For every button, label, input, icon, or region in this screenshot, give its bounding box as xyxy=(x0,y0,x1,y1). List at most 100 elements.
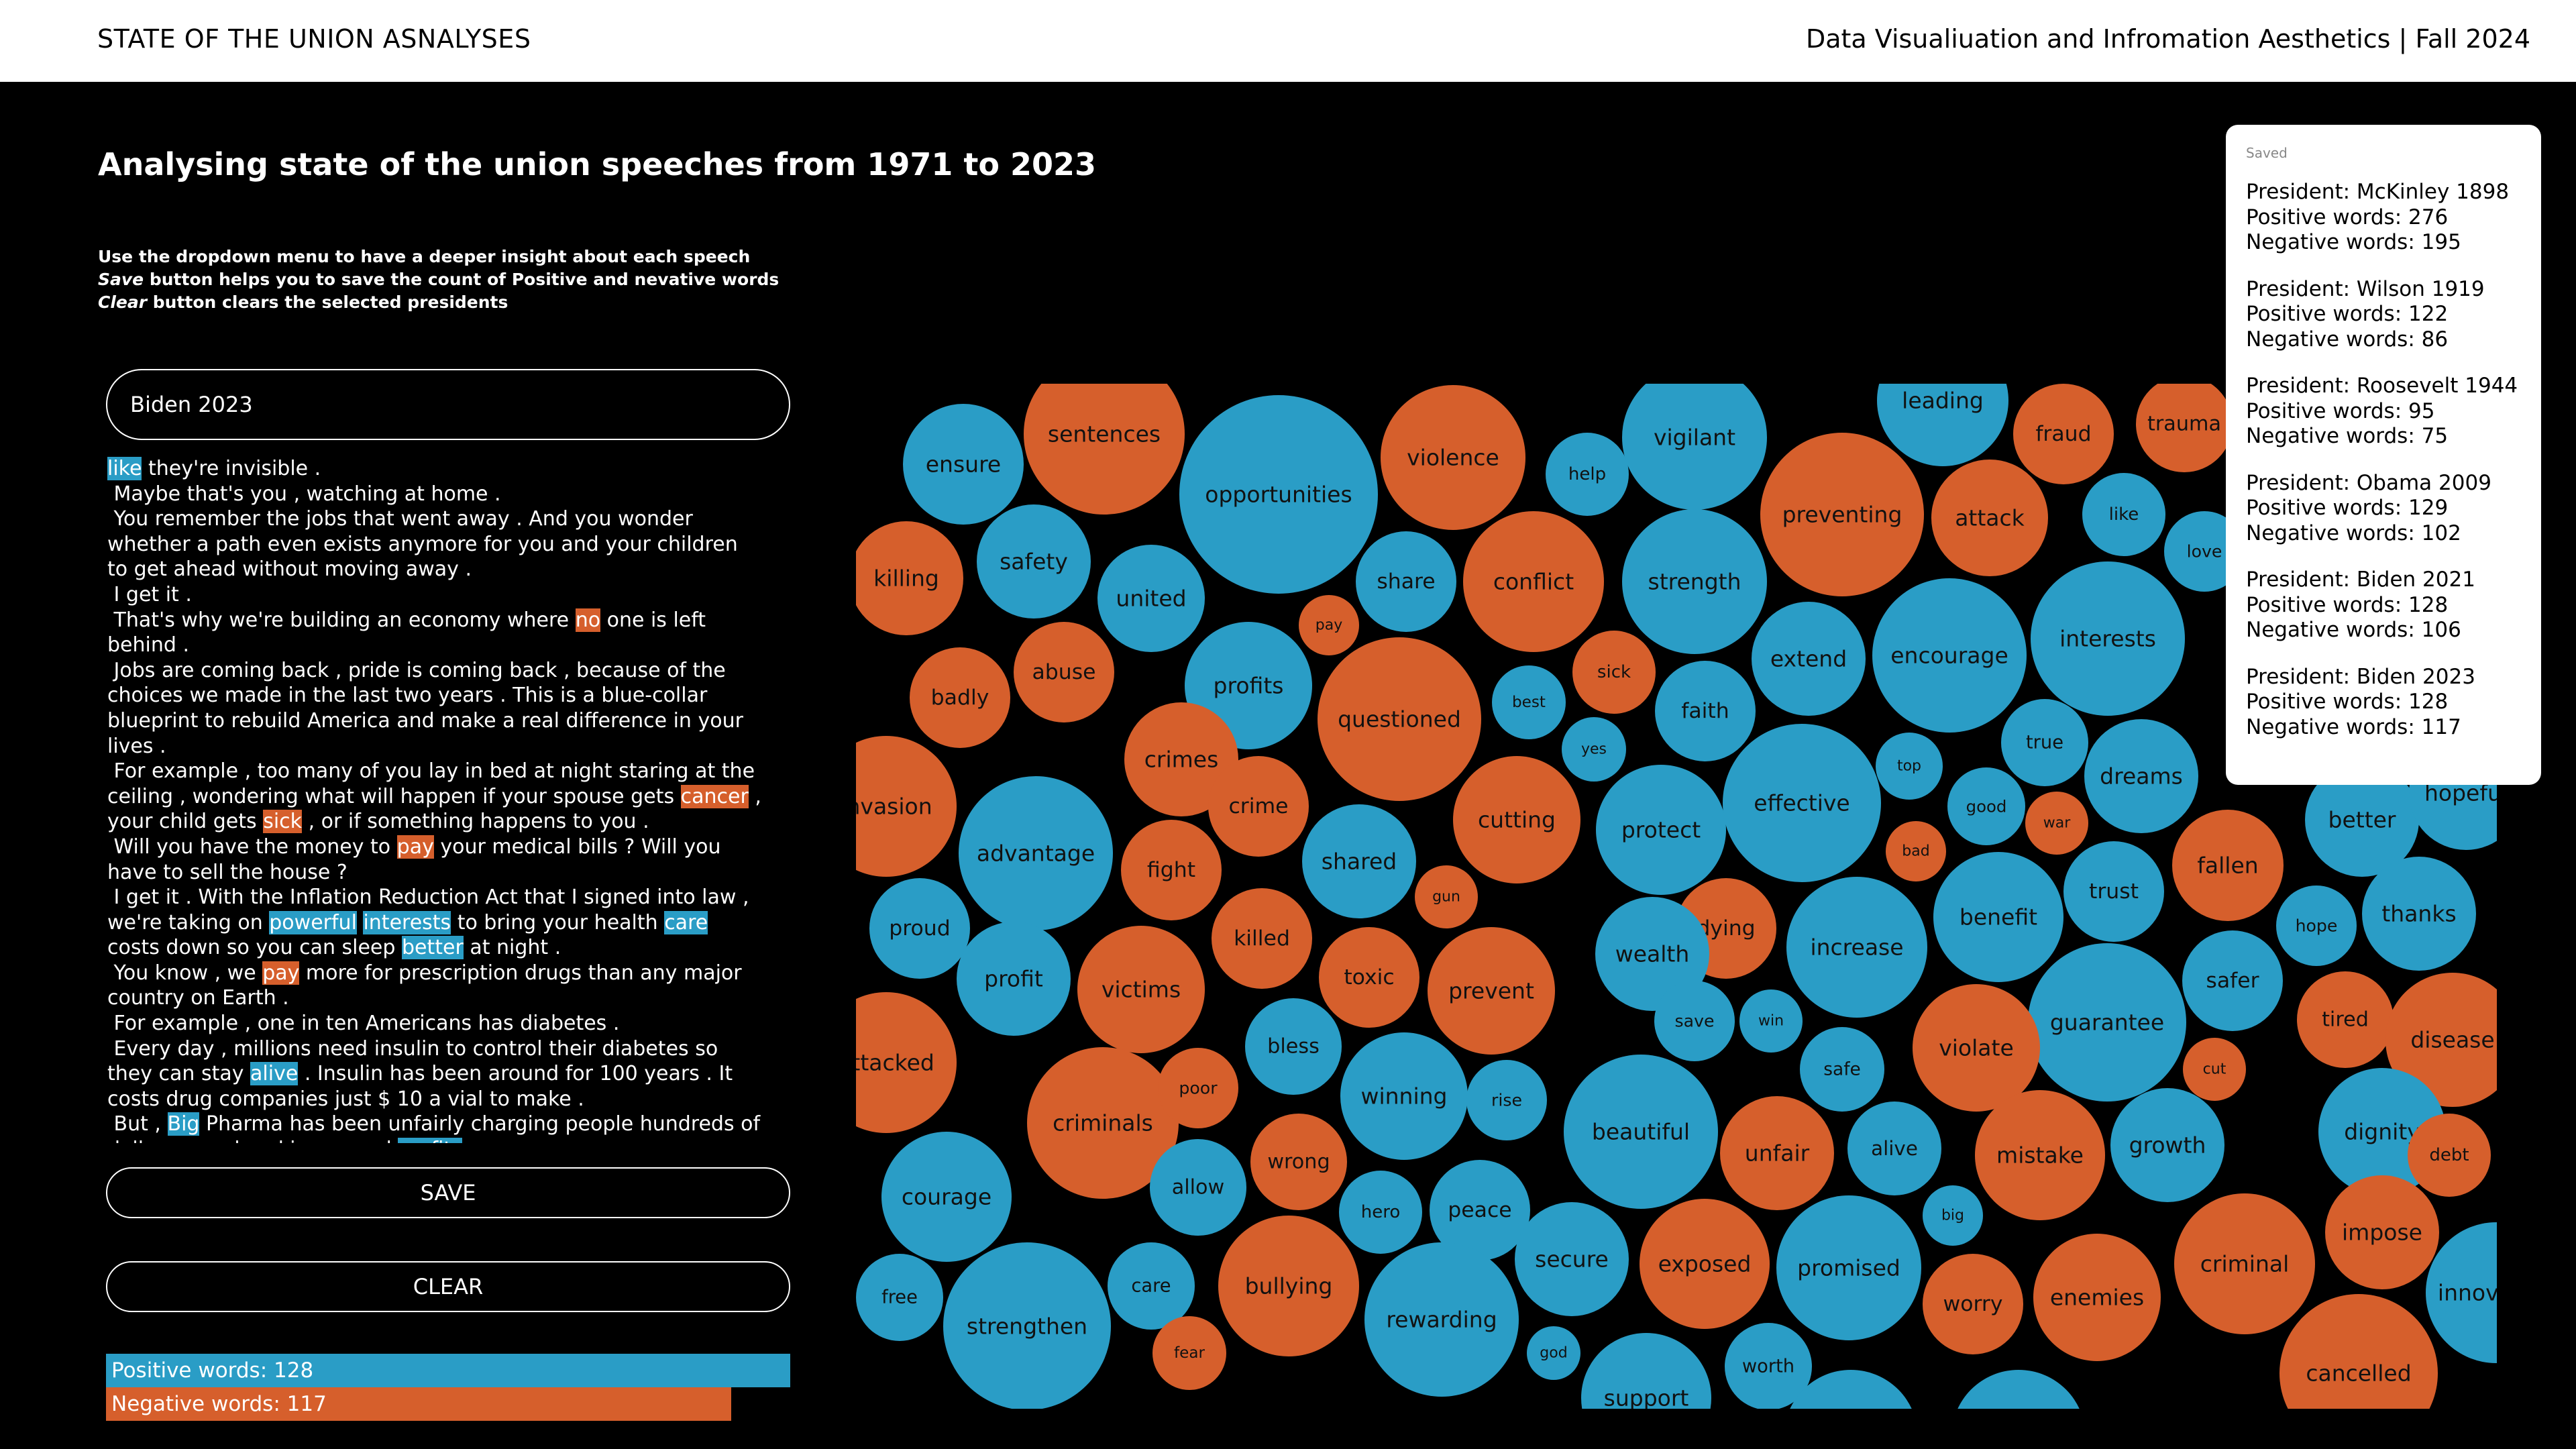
bubble-label: secure xyxy=(1535,1246,1609,1273)
bubble-label: violence xyxy=(1407,445,1499,471)
bubble-label: share xyxy=(1377,570,1435,594)
bubble-label: dreams xyxy=(2100,763,2183,790)
bubble-united: united xyxy=(1097,545,1205,652)
bubble-save: save xyxy=(1654,981,1735,1061)
bubble-exposed: exposed xyxy=(1640,1199,1770,1329)
bubble-label: allow xyxy=(1172,1176,1225,1199)
bubble-label: attacked xyxy=(856,1050,934,1076)
bubble-label: increase xyxy=(1810,934,1903,961)
bubble-label: winning xyxy=(1360,1083,1447,1110)
bubble-thanks: thanks xyxy=(2362,857,2476,971)
bubble-good: good xyxy=(1947,767,2025,845)
saved-entry-president: President: Biden 2023 xyxy=(2246,664,2475,689)
bubble-label: toxic xyxy=(1344,965,1394,989)
positive-count-bar: Positive words: 128 xyxy=(106,1354,790,1387)
speech-text-segment: Will you have the money to xyxy=(107,835,397,859)
bubble-ensure: ensure xyxy=(903,404,1024,525)
speech-line: choices we made in the last two years . … xyxy=(107,683,798,708)
bubble-label: fear xyxy=(1174,1344,1205,1362)
speech-text-segment: I get it . With the Inflation Reduction … xyxy=(107,885,749,910)
bubble-wrong: wrong xyxy=(1250,1114,1347,1210)
bubble-guarantee: guarantee xyxy=(2028,943,2186,1102)
bubble-label: profit xyxy=(984,966,1043,992)
positive-word-highlight: powerful xyxy=(269,910,357,934)
bubble-label: yes xyxy=(1581,741,1607,758)
save-keyword: Save xyxy=(98,270,144,289)
bubble-best: best xyxy=(1492,665,1566,739)
bubble-label: trauma xyxy=(2147,413,2221,436)
bubble-label: protect xyxy=(1621,817,1701,843)
positive-word-highlight: care xyxy=(664,910,708,934)
bubble-label: promised xyxy=(1797,1255,1900,1281)
speech-line: Maybe that's you , watching at home . xyxy=(107,482,798,507)
bubble-extend: extend xyxy=(1752,602,1866,716)
saved-entry-positive: Positive words: 276 xyxy=(2246,205,2449,229)
bubble-trust: trust xyxy=(2063,841,2164,942)
bubble-share: share xyxy=(1356,531,1456,632)
speech-line: dollars -- and making record profits xyxy=(107,1137,798,1143)
bubble-alive: alive xyxy=(1847,1102,1941,1195)
clear-button[interactable]: CLEAR xyxy=(106,1261,790,1312)
saved-entry-positive: Positive words: 129 xyxy=(2246,496,2449,520)
speech-text-segment: we're taking on xyxy=(107,910,270,934)
save-description: button helps you to save the count of Po… xyxy=(144,270,780,289)
bubble-label: invasion xyxy=(856,794,932,820)
bubble-conflict: conflict xyxy=(1463,511,1604,652)
bubble-label: effective xyxy=(1754,790,1849,816)
save-button[interactable]: SAVE xyxy=(106,1167,790,1218)
bubble-label: violate xyxy=(1939,1035,2014,1061)
bubble-courage: courage xyxy=(881,1132,1012,1262)
bubble-label: attack xyxy=(1955,505,2025,531)
speech-text-segment: For example , too many of you lay in bed… xyxy=(107,759,755,784)
bubble-victims: victims xyxy=(1077,926,1205,1053)
saved-entry-positive: Positive words: 122 xyxy=(2246,302,2449,326)
bubble-label: dignity xyxy=(2344,1119,2420,1145)
speech-line: we're taking on powerful interests to br… xyxy=(107,910,798,936)
bubble-worry: worry xyxy=(1923,1254,2023,1354)
positive-word-highlight: better xyxy=(401,936,464,960)
speech-text-segment: behind . xyxy=(107,633,189,657)
bubble-advantage: advantage xyxy=(959,776,1113,930)
bubble-poor: poor xyxy=(1158,1048,1238,1128)
bubble-label: advantage xyxy=(977,841,1095,867)
bubble-killed: killed xyxy=(1212,888,1312,989)
bubble-secure: secure xyxy=(1515,1202,1629,1316)
saved-entry-president: President: Roosevelt 1944 xyxy=(2246,374,2518,398)
speech-line: For example , one in ten Americans has d… xyxy=(107,1011,798,1036)
saved-entry-president: President: McKinley 1898 xyxy=(2246,180,2510,204)
bubble-protect: protect xyxy=(1596,765,1726,895)
saved-entry: President: Biden 2023 Positive words: 128… xyxy=(2246,665,2521,741)
bubble-label: good xyxy=(1966,797,2007,816)
speech-text-segment: they can stay xyxy=(107,1062,251,1086)
speech-line: Jobs are coming back , pride is coming b… xyxy=(107,658,798,684)
speech-line: For example , too many of you lay in bed… xyxy=(107,759,798,784)
speech-line: You know , we pay more for prescription … xyxy=(107,961,798,986)
bubble-label: innovation xyxy=(2438,1280,2497,1306)
speech-line: Will you have the money to pay your medi… xyxy=(107,835,798,860)
speech-line: costs drug companies just $ 10 a vial to… xyxy=(107,1087,798,1112)
speech-line: your child gets sick , or if something h… xyxy=(107,809,798,835)
bubble-badly: badly xyxy=(910,647,1010,748)
instructions: Use the dropdown menu to have a deeper i… xyxy=(98,246,779,314)
bubble-abuse: abuse xyxy=(1014,622,1114,722)
bubble-toxic: toxic xyxy=(1319,927,1419,1028)
bubble-label: enemies xyxy=(2050,1285,2144,1311)
bubble-label: unfair xyxy=(1745,1140,1810,1167)
speech-line: That's why we're building an economy whe… xyxy=(107,608,798,633)
bubble-circle xyxy=(2279,1294,2438,1409)
bubble-label: victims xyxy=(1102,977,1181,1003)
speech-line: they can stay alive . Insulin has been a… xyxy=(107,1061,798,1087)
bubble-promised: promised xyxy=(1776,1195,1921,1340)
speech-text-segment: You remember the jobs that went away . A… xyxy=(107,507,693,531)
speech-dropdown[interactable]: Biden 2023 xyxy=(106,369,790,440)
bubble-label: shared xyxy=(1322,849,1397,875)
bubble-label: criminal xyxy=(2200,1251,2290,1277)
bubble-help: help xyxy=(1546,433,1629,516)
bubble-label: questioned xyxy=(1338,706,1461,733)
bubble-gun: gun xyxy=(1415,865,1478,928)
speech-text-scroll[interactable]: like they're invisible . Maybe that's yo… xyxy=(107,456,798,1143)
speech-line: But , Big Pharma has been unfairly charg… xyxy=(107,1112,798,1137)
bubble-encourage: encourage xyxy=(1872,578,2027,733)
bubble-label: abuse xyxy=(1032,660,1095,684)
bubble-label: wrong xyxy=(1267,1150,1330,1174)
